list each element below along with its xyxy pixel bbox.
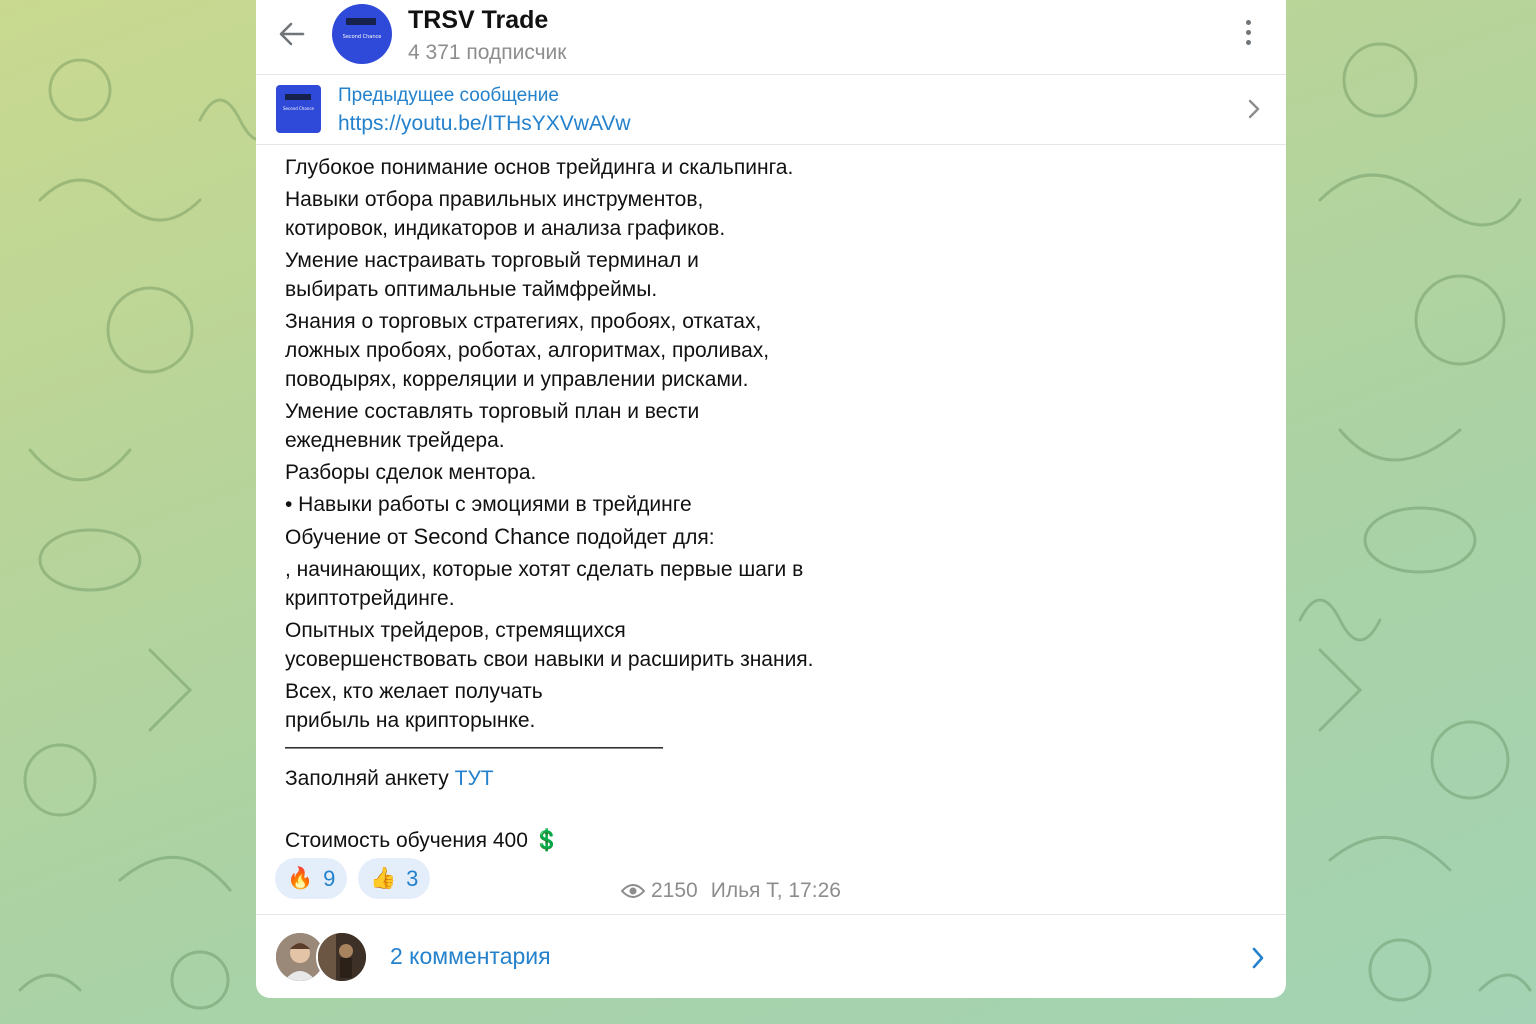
brand-name: Second Chance: [413, 524, 571, 549]
eye-icon: [621, 884, 645, 898]
more-menu-button[interactable]: [1238, 20, 1258, 50]
reaction-fire[interactable]: 🔥 9: [275, 858, 348, 899]
view-count: 2150: [651, 879, 698, 902]
message-line: Обучение от: [285, 526, 414, 549]
message-line: выбирать оптимальные таймфреймы.: [285, 278, 658, 301]
message-line: ежедневник трейдера.: [285, 429, 505, 452]
person-photo-icon: [318, 933, 366, 981]
chevron-right-icon: [1248, 99, 1260, 119]
message-meta: 2150 Илья Т, 17:26: [621, 879, 841, 903]
message-line: Всех, кто желает получать: [285, 680, 543, 703]
message-line: Глубокое понимание основ трейдинга и ска…: [285, 156, 794, 179]
pinned-thumbnail: Second Chance: [276, 85, 321, 133]
message-line: Умение составлять торговый план и вести: [285, 400, 700, 423]
avatar-caption: Second Chance: [342, 34, 382, 40]
pinned-message-bar[interactable]: Second Chance Предыдущее сообщение https…: [256, 74, 1286, 145]
channel-avatar[interactable]: Second Chance: [332, 4, 392, 64]
arrow-left-icon: [279, 22, 305, 46]
message-line: , начинающих, которые хотят сделать перв…: [285, 558, 804, 581]
channel-post-card: Second Chance TRSV Trade 4 371 подписчик…: [256, 0, 1286, 998]
message-line: прибыль на крипторынке.: [285, 709, 536, 732]
message-line: Разборы сделок ментора.: [285, 461, 537, 484]
message-line: усовершенствовать свои навыки и расширит…: [285, 648, 814, 671]
chevron-right-icon: [1252, 947, 1264, 969]
message-line: Знания о торговых стратегиях, пробоях, о…: [285, 310, 762, 333]
pinned-link[interactable]: https://youtu.be/ITHsYXVwAVw: [338, 112, 631, 136]
message-line: Навыки отбора правильных инструментов,: [285, 188, 704, 211]
message-line: котировок, индикаторов и анализа графико…: [285, 217, 726, 240]
message-line: подойдет для:: [570, 526, 715, 549]
commenter-avatar: [316, 931, 368, 983]
pinned-title: Предыдущее сообщение: [338, 85, 559, 106]
thumbs-up-icon: 👍: [370, 866, 397, 890]
pinned-thumb-caption: Second Chance: [283, 106, 314, 111]
subscriber-count: 4 371 подписчик: [408, 41, 567, 64]
message-line: поводырях, корреляции и управлении риска…: [285, 368, 749, 391]
price-line: Стоимость обучения 400 💲: [285, 829, 560, 852]
comments-bar[interactable]: 2 комментария: [256, 914, 1286, 998]
divider-line: ——————————————————: [285, 735, 663, 758]
message-line: ложных пробоях, роботах, алгоритмах, про…: [285, 339, 770, 362]
reaction-thumbs-up[interactable]: 👍 3: [358, 858, 431, 899]
form-link[interactable]: ТУТ: [455, 767, 494, 790]
channel-title[interactable]: TRSV Trade: [408, 6, 548, 35]
message-line: Опытных трейдеров, стремящихся: [285, 619, 626, 642]
message-line: криптотрейдинге.: [285, 587, 455, 610]
comments-label[interactable]: 2 комментария: [390, 943, 551, 970]
message-body: Глубокое понимание основ трейдинга и ска…: [285, 153, 925, 858]
reaction-count: 9: [323, 865, 336, 891]
back-button[interactable]: [274, 16, 310, 52]
message-line: Умение настраивать торговый терминал и: [285, 249, 699, 272]
message-line: Заполняй анкету: [285, 767, 455, 790]
author-time: Илья Т, 17:26: [710, 879, 841, 902]
more-vertical-icon: [1246, 20, 1251, 25]
fire-icon: 🔥: [287, 866, 314, 890]
message-line: • Навыки работы с эмоциями в трейдинге: [285, 493, 692, 516]
channel-header: Second Chance TRSV Trade 4 371 подписчик: [256, 0, 1286, 75]
reaction-count: 3: [406, 865, 419, 891]
